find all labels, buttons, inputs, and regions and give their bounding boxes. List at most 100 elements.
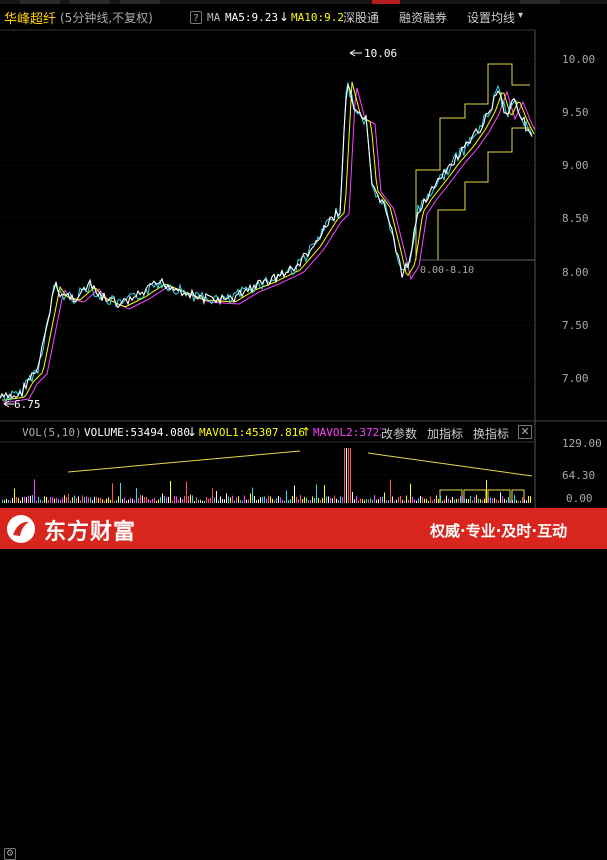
close-icon[interactable]: ✕ [518,425,532,439]
volume-bar [444,499,445,503]
volume-bar [296,496,297,503]
volume-bar [410,483,411,503]
price-line [0,83,533,399]
volume-bar [398,497,399,503]
volume-bar [106,498,107,503]
volume-bar [10,500,11,503]
volume-bar [2,499,3,503]
change-params-button[interactable]: 改参数 [381,425,417,442]
volume-bar [504,498,505,503]
volume-bar [108,497,109,503]
volume-bar [472,500,473,503]
volume-bar [168,496,169,503]
volume-bar [416,500,417,503]
volume-bar [234,500,235,503]
volume-bar [270,496,271,503]
volume-bar [218,500,219,503]
volume-bar [420,496,421,503]
volume-bar [242,500,243,503]
volume-bar [336,498,337,503]
volume-bar [510,500,511,503]
volume-bar [406,495,407,503]
volume-bar [330,497,331,503]
brand-slogan: 权威·专业·及时·互动 [430,522,568,540]
volume-bar [290,499,291,503]
volume-bar [470,496,471,503]
volume-bar [90,497,91,503]
volume-bar [326,496,327,503]
volume-bar [68,493,69,503]
volume-bar [142,495,143,503]
volume-bar [166,497,167,503]
volume-bar [260,497,261,503]
volume-bar [456,498,457,503]
volume-bar [20,500,21,503]
volume-bar [12,497,13,503]
switch-indicator-button[interactable]: 换指标 [473,425,509,442]
volume-bar [306,497,307,503]
volume-bar [360,498,361,503]
volume-bar [74,495,75,503]
volume-bar [126,500,127,503]
volume-bar [460,496,461,503]
volume-bar [116,499,117,503]
price-tick: 7.50 [562,319,589,332]
volume-bar [526,500,527,503]
volume-bar [394,500,395,503]
high-price-label: 10.06 [364,47,397,60]
volume-bar [124,497,125,503]
volume-bar [222,498,223,503]
volume-bar [138,498,139,503]
volume-bar [28,495,29,503]
gear-icon[interactable]: ⚙ [4,848,16,860]
volume-bar [8,499,9,503]
volume-bar [292,495,293,503]
volume-bar [186,481,187,503]
range-label: 0.00-8.10 [420,265,474,276]
volume-bar [378,499,379,503]
price-tick: 8.50 [562,212,589,225]
volume-tick: 0.00 [566,492,593,505]
volume-bar [94,496,95,503]
volume-bar [14,488,15,503]
volume-bar [198,499,199,503]
volume-bar [382,496,383,503]
volume-bar [118,496,119,503]
volume-bar [294,485,295,503]
volume-bar [86,496,87,503]
volume-bar [162,493,163,503]
volume-bar [268,495,269,503]
volume-bar [52,497,53,503]
volume-bar [458,498,459,503]
volume-bar [400,495,401,503]
volume-indicator-name[interactable]: VOL(5,10) [22,426,82,439]
volume-bar [514,495,515,503]
add-indicator-button[interactable]: 加指标 [427,425,463,442]
volume-bar [490,497,491,503]
volume-bar [364,500,365,503]
volume-bar [384,492,385,503]
volume-bars [2,448,531,503]
kline-chart[interactable]: 10.00 9.50 9.00 8.50 8.00 7.50 7.00 10.0… [0,0,607,549]
volume-bar [24,496,25,503]
high-marker: 10.06 [349,47,397,60]
volume-bar [518,500,519,503]
volume-tick: 129.00 [562,437,602,450]
volume-bar [100,497,101,503]
volume-bar [44,496,45,503]
volume-bar [212,488,213,503]
volume-bar [426,498,427,503]
volume-bar [288,500,289,503]
volume-bar [502,496,503,503]
volume-bar [348,448,349,503]
volume-bar [434,499,435,503]
volume-bar [286,490,287,503]
volume-bar [114,500,115,503]
volume-bar [172,500,173,503]
volume-bar [140,495,141,503]
volume-bar [350,448,351,503]
volume-bar [474,496,475,503]
mavol1-value: MAVOL1:45307.816 [199,426,305,439]
volume-bar [48,500,49,503]
volume-bar [404,500,405,503]
